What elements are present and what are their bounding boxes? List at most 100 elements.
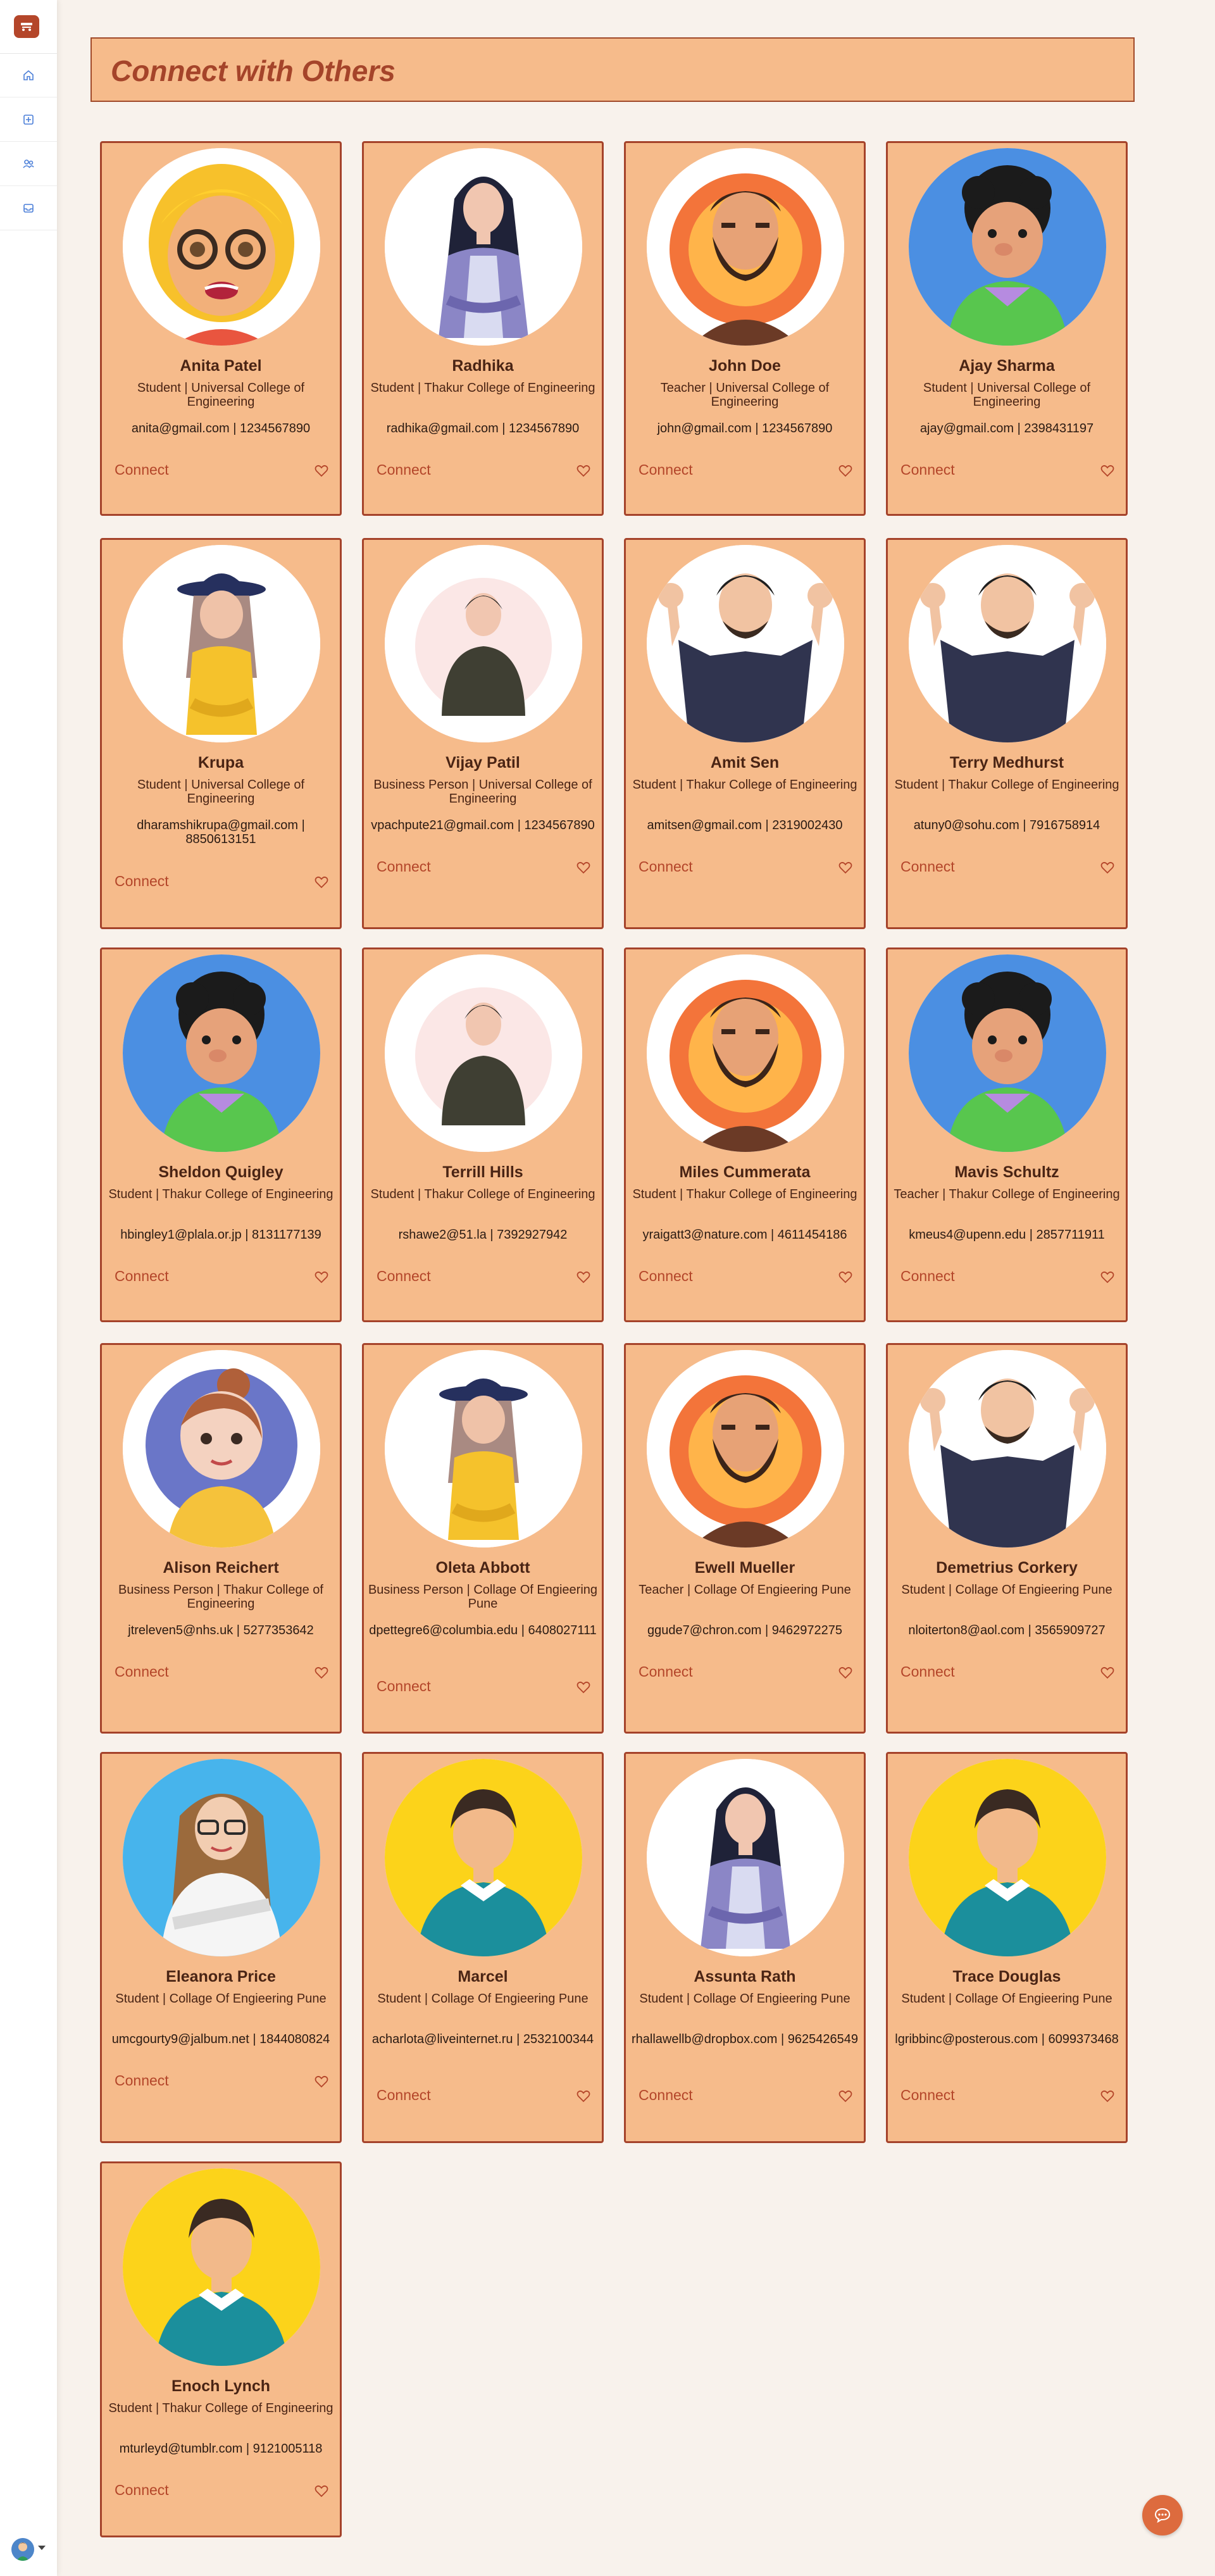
person-contact: lgribbinc@posterous.com | 6099373468	[895, 2032, 1119, 2046]
heart-icon[interactable]	[576, 464, 590, 478]
sidebar-item-connect[interactable]	[0, 142, 57, 186]
heart-icon[interactable]	[838, 1666, 852, 1680]
avatar-illustration	[123, 954, 320, 1152]
avatar-illustration	[909, 1759, 1106, 1956]
connect-button[interactable]: Connect	[377, 858, 431, 875]
person-role: Student | Collage Of Engieering Pune	[639, 1992, 850, 2006]
connect-button[interactable]: Connect	[115, 2072, 169, 2089]
person-name: Ewell Mueller	[694, 1559, 795, 1577]
page-title: Connect with Others	[111, 54, 396, 87]
sidebar-item-home[interactable]	[0, 53, 57, 97]
heart-icon[interactable]	[838, 1270, 852, 1284]
avatar-illustration	[647, 545, 844, 742]
heart-icon[interactable]	[576, 861, 590, 875]
app-logo[interactable]	[14, 15, 39, 38]
connect-button[interactable]: Connect	[639, 1663, 693, 1680]
connect-button[interactable]: Connect	[115, 1268, 169, 1285]
heart-icon[interactable]	[838, 2089, 852, 2103]
heart-icon[interactable]	[576, 1680, 590, 1694]
person-contact: radhika@gmail.com | 1234567890	[386, 422, 580, 435]
avatar-illustration	[647, 1759, 844, 1956]
home-icon	[23, 70, 34, 80]
person-role: Student | Collage Of Engieering Pune	[901, 1992, 1112, 2006]
connect-button[interactable]: Connect	[377, 1678, 431, 1695]
user-avatar-icon	[11, 2538, 34, 2561]
heart-icon[interactable]	[838, 464, 852, 478]
page-header: Connect with Others	[90, 37, 1135, 102]
heart-icon[interactable]	[315, 875, 328, 889]
avatar	[909, 1350, 1106, 1547]
person-role: Student | Thakur College of Engineering	[370, 1187, 595, 1201]
person-role: Business Person | Universal College of E…	[373, 778, 592, 806]
person-name: Amit Sen	[710, 754, 780, 772]
avatar	[385, 148, 582, 346]
connect-button[interactable]: Connect	[900, 1663, 955, 1680]
sidebar-item-inbox[interactable]	[0, 186, 57, 230]
connect-button[interactable]: Connect	[377, 461, 431, 478]
person-card: Anita Patel Student | Universal College o…	[100, 141, 342, 516]
heart-icon[interactable]	[315, 2075, 328, 2089]
connect-button[interactable]: Connect	[115, 2482, 169, 2499]
connect-button[interactable]: Connect	[639, 461, 693, 478]
avatar-illustration	[385, 1759, 582, 1956]
connect-button[interactable]: Connect	[900, 2087, 955, 2104]
person-role: Student | Collage Of Engieering Pune	[115, 1992, 327, 2006]
logo-icon	[21, 23, 32, 31]
heart-icon[interactable]	[576, 2089, 590, 2103]
person-card: Miles Cummerata Student | Thakur College …	[624, 947, 866, 1322]
connect-button[interactable]: Connect	[639, 1268, 693, 1285]
heart-icon[interactable]	[315, 464, 328, 478]
connect-button[interactable]: Connect	[639, 858, 693, 875]
person-contact: dpettegre6@columbia.edu | 6408027111	[369, 1623, 597, 1637]
heart-icon[interactable]	[1100, 2089, 1114, 2103]
person-name: Radhika	[452, 357, 514, 375]
heart-icon[interactable]	[576, 1270, 590, 1284]
person-name: Mavis Schultz	[954, 1163, 1059, 1181]
person-card: Terry Medhurst Student | Thakur College o…	[886, 538, 1128, 929]
person-card: Ajay Sharma Student | Universal College o…	[886, 141, 1128, 516]
avatar	[647, 954, 844, 1152]
person-name: Enoch Lynch	[171, 2377, 271, 2395]
heart-icon[interactable]	[1100, 464, 1114, 478]
connect-button[interactable]: Connect	[900, 1268, 955, 1285]
connect-button[interactable]: Connect	[115, 1663, 169, 1680]
heart-icon[interactable]	[315, 1666, 328, 1680]
avatar	[647, 1350, 844, 1547]
chat-button[interactable]	[1142, 2495, 1183, 2535]
person-name: John Doe	[709, 357, 781, 375]
connect-button[interactable]: Connect	[377, 1268, 431, 1285]
connect-button[interactable]: Connect	[900, 461, 955, 478]
chevron-down-icon[interactable]	[38, 2546, 46, 2550]
connect-button[interactable]: Connect	[639, 2087, 693, 2104]
connect-button[interactable]: Connect	[377, 2087, 431, 2104]
avatar-illustration	[647, 148, 844, 346]
sidebar-item-add[interactable]	[0, 97, 57, 142]
user-avatar[interactable]	[11, 2538, 34, 2561]
chat-icon	[1154, 2508, 1171, 2523]
heart-icon[interactable]	[838, 861, 852, 875]
avatar-illustration	[123, 148, 320, 346]
connect-button[interactable]: Connect	[115, 873, 169, 890]
avatar-illustration	[909, 148, 1106, 346]
person-name: Assunta Rath	[694, 1968, 796, 1985]
connect-button[interactable]: Connect	[900, 858, 955, 875]
person-name: Demetrius Corkery	[936, 1559, 1078, 1577]
person-card: Krupa Student | Universal College of Engi…	[100, 538, 342, 929]
person-contact: yraigatt3@nature.com | 4611454186	[642, 1228, 847, 1242]
heart-icon[interactable]	[315, 2484, 328, 2498]
heart-icon[interactable]	[315, 1270, 328, 1284]
heart-icon[interactable]	[1100, 861, 1114, 875]
avatar-illustration	[385, 1350, 582, 1547]
avatar	[123, 545, 320, 742]
person-role: Teacher | Thakur College of Engineering	[894, 1187, 1120, 1201]
person-contact: umcgourty9@jalbum.net | 1844080824	[111, 2032, 330, 2046]
connect-button[interactable]: Connect	[115, 461, 169, 478]
avatar-illustration	[385, 148, 582, 346]
avatar-illustration	[123, 2168, 320, 2366]
avatar-illustration	[385, 954, 582, 1152]
heart-icon[interactable]	[1100, 1666, 1114, 1680]
person-contact: acharlota@liveinternet.ru | 2532100344	[371, 2032, 594, 2046]
person-card: Sheldon Quigley Student | Thakur College …	[100, 947, 342, 1322]
avatar-illustration	[123, 1350, 320, 1547]
heart-icon[interactable]	[1100, 1270, 1114, 1284]
